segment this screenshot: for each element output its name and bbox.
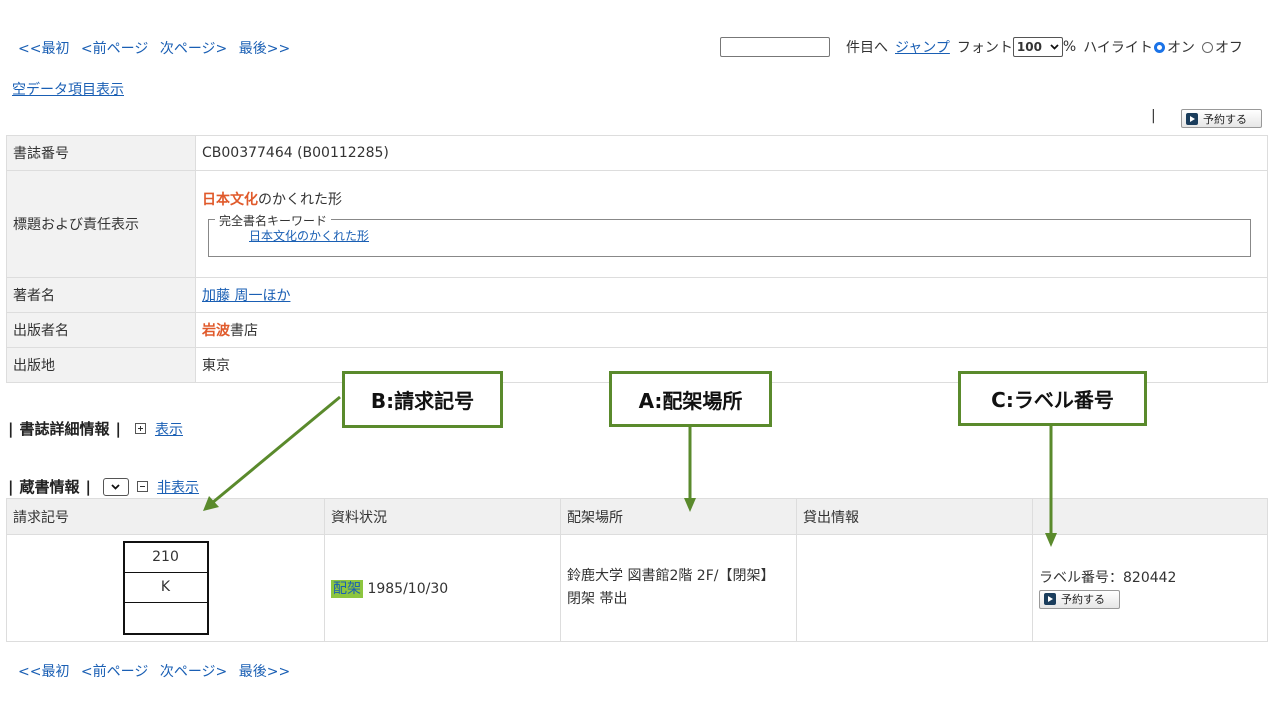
loan-info-cell — [796, 534, 1033, 642]
highlight-on-radio[interactable] — [1153, 41, 1165, 53]
location-line: 閉架 帯出 — [567, 591, 628, 607]
hide-holdings-link[interactable]: 非表示 — [157, 477, 199, 497]
section-holdings-title: 蔵書情報 — [19, 478, 80, 496]
highlight-off-label: オフ — [1214, 40, 1243, 56]
column-header: 配架場所 — [560, 498, 797, 535]
section-holdings-header: | 蔵書情報 | 非表示 — [8, 477, 199, 497]
table-row: 210 K 配架 1985/10/30 鈴鹿大学 図書館2階 2F/【閉架】 閉… — [6, 534, 1268, 642]
table-header-row: 請求記号 資料状況 配架場所 貸出情報 — [6, 498, 1268, 535]
collapse-icon[interactable] — [136, 481, 148, 492]
publisher-highlight: 岩波 — [202, 323, 230, 339]
percent-label: % — [1062, 39, 1077, 55]
publisher-value: 岩波書店 — [195, 312, 1268, 348]
expand-icon[interactable] — [134, 423, 146, 434]
font-size-select[interactable]: 100 — [1012, 37, 1063, 57]
field-label: 標題および責任表示 — [6, 170, 196, 278]
highlight-label: ハイライト — [1083, 40, 1153, 56]
reserve-button-row[interactable]: 予約する — [1039, 589, 1120, 609]
label-number: ラベル番号：820442 — [1039, 569, 1177, 586]
annotation-location: A:配架場所 — [609, 371, 772, 427]
font-size-value: 100 — [1016, 40, 1042, 54]
column-header: 貸出情報 — [796, 498, 1033, 535]
play-icon — [1186, 112, 1198, 125]
status-badge: 配架 — [331, 580, 363, 598]
keyword-fieldset: 完全書名キーワード 日本文化のかくれた形 — [208, 212, 1251, 257]
reserve-button-top[interactable]: 予約する — [1181, 109, 1262, 128]
nav-prev-link[interactable]: <前ページ — [81, 664, 148, 680]
location-line: 鈴鹿大学 図書館2階 2F/【閉架】 — [567, 568, 775, 584]
call-number-cell: 210 K — [6, 534, 325, 642]
field-label: 著者名 — [6, 277, 196, 313]
chevron-down-icon — [1050, 44, 1059, 50]
chevron-down-icon — [111, 483, 121, 490]
call-number-line: 210 — [124, 543, 207, 573]
table-row: 著者名 加藤 周一ほか — [6, 277, 1268, 313]
highlight-on-label: オン — [1166, 40, 1195, 56]
status-date: 1985/10/30 — [367, 581, 449, 597]
title-cell: 日本文化のかくれた形 完全書名キーワード 日本文化のかくれた形 — [195, 170, 1268, 278]
toolbar: 件目へ ジャンプ フォント 100 % ハイライト オン オフ — [720, 36, 1243, 58]
table-row: 書誌番号 CB00377464 (B00112285) — [6, 135, 1268, 171]
separator: | — [1151, 108, 1156, 124]
bibliographic-table: 書誌番号 CB00377464 (B00112285) 標題および責任表示 日本… — [6, 135, 1268, 383]
call-number-line: K — [124, 573, 207, 603]
status-cell: 配架 1985/10/30 — [324, 534, 561, 642]
highlight-off-radio[interactable] — [1201, 41, 1213, 53]
keyword-legend: 完全書名キーワード — [215, 212, 332, 229]
publisher-rest: 書店 — [230, 323, 258, 339]
column-header: 資料状況 — [324, 498, 561, 535]
reserve-button-label: 予約する — [1061, 593, 1105, 607]
label-number-cell: ラベル番号：820442 予約する — [1032, 534, 1268, 642]
nav-last-link[interactable]: 最後>> — [239, 664, 290, 680]
holdings-table: 請求記号 資料状況 配架場所 貸出情報 210 K 配架 1985/10/30 … — [6, 498, 1268, 642]
field-label: 出版地 — [6, 347, 196, 383]
table-row: 出版者名 岩波書店 — [6, 312, 1268, 348]
nav-first-link[interactable]: <<最初 — [18, 41, 69, 57]
annotation-call-number: B:請求記号 — [342, 371, 503, 428]
call-number-label: 210 K — [122, 541, 209, 635]
call-number-line — [125, 603, 207, 633]
pager-bottom: <<最初 <前ページ 次ページ> 最後>> — [18, 661, 297, 681]
record-number-value: CB00377464 (B00112285) — [195, 135, 1268, 171]
title-keyword-link[interactable]: 日本文化のかくれた形 — [249, 229, 369, 243]
nav-first-link[interactable]: <<最初 — [18, 664, 69, 680]
annotation-label-number: C:ラベル番号 — [958, 371, 1147, 426]
author-link[interactable]: 加藤 周一ほか — [202, 288, 290, 304]
nav-next-link[interactable]: 次ページ> — [160, 664, 227, 680]
title-rest: のかくれた形 — [258, 192, 342, 208]
jump-item-input[interactable] — [720, 37, 830, 57]
field-label: 書誌番号 — [6, 135, 196, 171]
column-header: 請求記号 — [6, 498, 325, 535]
reserve-button-label: 予約する — [1203, 112, 1247, 126]
table-row: 標題および責任表示 日本文化のかくれた形 完全書名キーワード 日本文化のかくれた… — [6, 170, 1268, 278]
font-label: フォント — [956, 40, 1013, 56]
location-cell: 鈴鹿大学 図書館2階 2F/【閉架】 閉架 帯出 — [560, 534, 797, 642]
show-detail-link[interactable]: 表示 — [155, 419, 183, 439]
pager-top: <<最初 <前ページ 次ページ> 最後>> — [18, 38, 297, 58]
holdings-dropdown[interactable] — [102, 477, 129, 496]
nav-next-link[interactable]: 次ページ> — [160, 41, 227, 57]
jump-link[interactable]: ジャンプ — [895, 37, 950, 57]
play-icon — [1044, 593, 1056, 606]
section-detail-title: 書誌詳細情報 — [19, 420, 110, 438]
empty-data-items-link[interactable]: 空データ項目表示 — [12, 79, 124, 99]
title-highlight: 日本文化 — [202, 192, 258, 208]
section-detail-header: | 書誌詳細情報 | 表示 — [8, 419, 183, 439]
column-header — [1032, 498, 1268, 535]
field-label: 出版者名 — [6, 312, 196, 348]
nav-last-link[interactable]: 最後>> — [239, 41, 290, 57]
item-suffix-label: 件目へ — [846, 40, 888, 56]
nav-prev-link[interactable]: <前ページ — [81, 41, 148, 57]
arrow-b — [211, 395, 341, 505]
